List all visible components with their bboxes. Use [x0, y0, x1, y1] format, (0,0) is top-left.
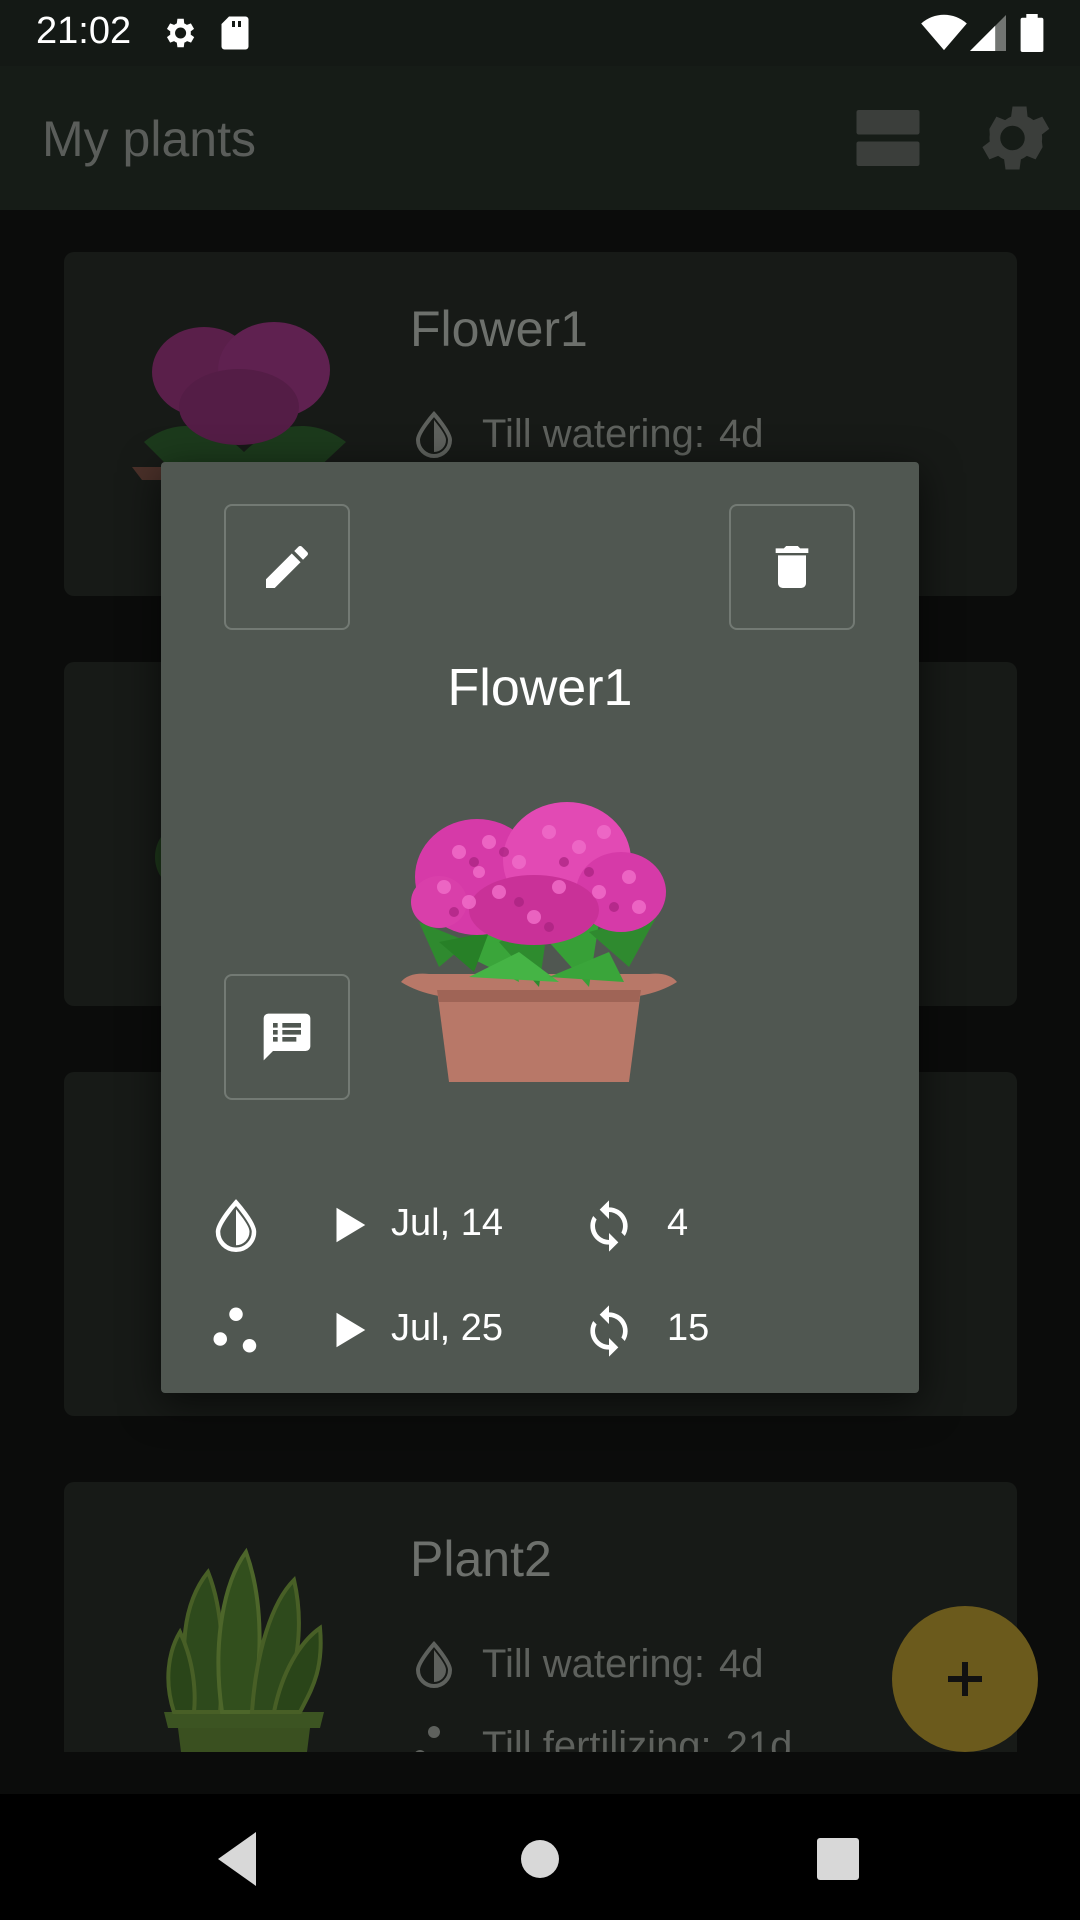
signal-icon: [970, 15, 1006, 51]
watering-schedule-row: Jul, 14 4: [209, 1190, 869, 1260]
plant-card[interactable]: Plant2 Till watering: 4d Till fertilizin…: [64, 1482, 1017, 1752]
status-bar: 21:02: [0, 0, 1080, 66]
battery-icon: [1020, 14, 1044, 52]
dialog-title: Flower1: [447, 659, 633, 717]
edit-button[interactable]: [224, 504, 350, 630]
watering-interval: 4: [667, 1202, 689, 1244]
sd-card-icon: [221, 16, 249, 50]
trash-icon: [775, 546, 809, 588]
wifi-icon: [921, 14, 967, 51]
delete-button[interactable]: [729, 504, 855, 630]
status-time: 21:02: [36, 10, 132, 52]
watering-row: Till watering: 4d: [410, 1640, 764, 1688]
add-plant-button[interactable]: [892, 1606, 1038, 1752]
fertilizer-icon: [415, 1726, 440, 1752]
fertilizing-schedule-row: Jul, 25 15: [209, 1295, 869, 1365]
repeat-icon: [590, 1200, 628, 1252]
notes-button[interactable]: [224, 974, 350, 1100]
settings-icon: [982, 106, 1050, 170]
fertilizer-icon: [213, 1307, 257, 1353]
fertilizing-value: 21d: [725, 1723, 793, 1753]
navigation-bar: [0, 1794, 1080, 1920]
plant-detail-dialog: Flower1 Jul, 14 4 Jul, 25 15: [161, 462, 919, 1393]
page-title: My plants: [42, 111, 256, 167]
play-icon: [336, 1312, 366, 1348]
home-icon[interactable]: [505, 1824, 575, 1894]
back-icon[interactable]: [204, 1824, 274, 1894]
fertilizing-interval: 15: [667, 1307, 710, 1349]
plant-name: Flower1: [410, 301, 588, 357]
next-fertilizing-date: Jul, 25: [391, 1307, 503, 1349]
fertilizing-label: Till fertilizing:: [482, 1723, 712, 1753]
recents-icon[interactable]: [803, 1824, 873, 1894]
plus-icon: [948, 1662, 982, 1696]
water-drop-icon: [415, 1640, 453, 1688]
plant-name: Plant2: [410, 1531, 552, 1587]
watering-value: 4d: [719, 411, 764, 456]
watering-label: Till watering:: [482, 411, 706, 456]
watering-label: Till watering:: [482, 1641, 706, 1686]
play-icon: [336, 1207, 366, 1243]
water-drop-icon: [215, 1199, 257, 1252]
pencil-icon: [266, 545, 308, 588]
app-bar: My plants: [0, 66, 1080, 210]
water-drop-icon: [415, 410, 453, 458]
fertilizing-row: Till fertilizing: 21d: [410, 1722, 792, 1752]
next-watering-date: Jul, 14: [391, 1202, 503, 1244]
notes-icon: [263, 1013, 311, 1061]
view-toggle-button[interactable]: [846, 96, 930, 180]
settings-button[interactable]: [974, 96, 1058, 180]
plant-image: [164, 1547, 324, 1752]
watering-value: 4d: [719, 1641, 764, 1686]
repeat-icon: [590, 1305, 628, 1357]
settings-icon: [166, 18, 195, 48]
plant-image: [401, 802, 677, 1082]
view-toggle-icon: [856, 110, 920, 166]
watering-row: Till watering: 4d: [410, 410, 764, 458]
